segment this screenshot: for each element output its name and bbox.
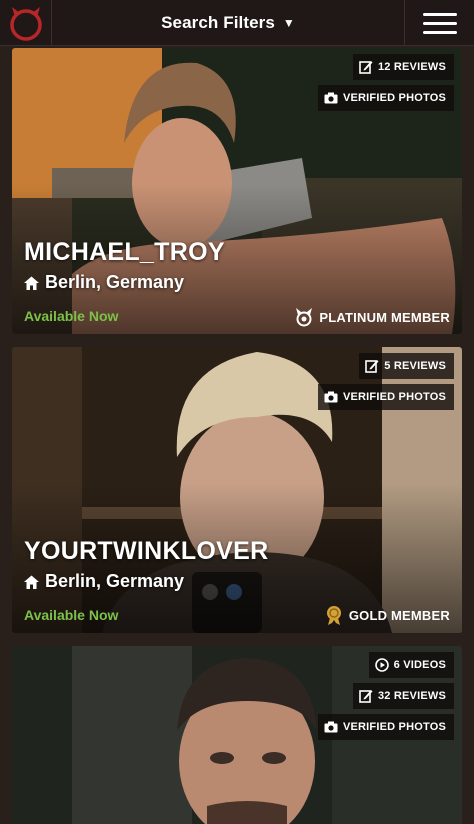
membership-badge: PLATINUM MEMBER [295, 307, 450, 327]
profile-badges: 12 REVIEWS VERIFIED PHOTOS [317, 54, 454, 111]
location-label: Berlin, Germany [45, 272, 185, 292]
verified-photos-badge[interactable]: VERIFIED PHOTOS [317, 85, 454, 111]
camera-icon [324, 92, 338, 104]
search-filters-button[interactable]: Search Filters ▼ [52, 0, 404, 46]
membership-label: PLATINUM MEMBER [319, 309, 450, 325]
badge-label: 6 VIDEOS [393, 659, 446, 671]
play-icon [374, 658, 389, 672]
top-bar: Search Filters ▼ [0, 0, 474, 46]
verified-photos-badge[interactable]: VERIFIED PHOTOS [317, 384, 454, 410]
profile-card[interactable]: 6 VIDEOS 32 REVIEWS VERIFIED PHOTOS [12, 646, 462, 824]
badge-label: VERIFIED PHOTOS [342, 92, 446, 104]
caret-down-icon: ▼ [282, 16, 295, 30]
edit-icon [365, 360, 379, 373]
badge-label: 12 REVIEWS [377, 61, 446, 73]
profile-name[interactable]: YOURTWINKLOVER [24, 537, 268, 566]
hamburger-menu-icon[interactable] [404, 0, 474, 46]
reviews-badge[interactable]: 5 REVIEWS [359, 353, 454, 379]
membership-label: GOLD MEMBER [348, 607, 450, 623]
search-filters-label: Search Filters [161, 13, 275, 32]
badge-label: VERIFIED PHOTOS [342, 391, 446, 403]
profile-card[interactable]: 5 REVIEWS VERIFIED PHOTOS YOURTWINKLOVER… [12, 347, 462, 633]
profile-location: Berlin, Germany [24, 272, 184, 293]
profile-card[interactable]: 12 REVIEWS VERIFIED PHOTOS MICHAEL_TROY … [12, 48, 462, 334]
camera-icon [324, 391, 338, 403]
reviews-badge[interactable]: 32 REVIEWS [352, 683, 454, 709]
edit-icon [359, 690, 373, 703]
badge-label: 5 REVIEWS [384, 360, 446, 372]
profile-badges: 5 REVIEWS VERIFIED PHOTOS [317, 353, 454, 410]
videos-badge[interactable]: 6 VIDEOS [368, 652, 454, 678]
gold-medal-icon [326, 606, 341, 625]
home-icon [24, 575, 39, 589]
availability-status: Available Now [24, 607, 119, 623]
profile-badges: 6 VIDEOS 32 REVIEWS VERIFIED PHOTOS [317, 652, 454, 740]
location-label: Berlin, Germany [45, 571, 185, 591]
availability-status: Available Now [24, 308, 119, 324]
profile-name[interactable]: MICHAEL_TROY [24, 238, 225, 267]
home-icon [24, 276, 39, 290]
devil-horns-logo-icon [9, 7, 42, 41]
verified-photos-badge[interactable]: VERIFIED PHOTOS [317, 714, 454, 740]
membership-badge: GOLD MEMBER [325, 605, 450, 625]
camera-icon [324, 721, 338, 733]
edit-icon [359, 61, 373, 74]
profile-location: Berlin, Germany [24, 571, 184, 592]
logo-button[interactable] [0, 0, 52, 46]
reviews-badge[interactable]: 12 REVIEWS [352, 54, 454, 80]
badge-label: 32 REVIEWS [377, 690, 446, 702]
badge-label: VERIFIED PHOTOS [342, 721, 446, 733]
platinum-devil-icon [296, 308, 313, 327]
